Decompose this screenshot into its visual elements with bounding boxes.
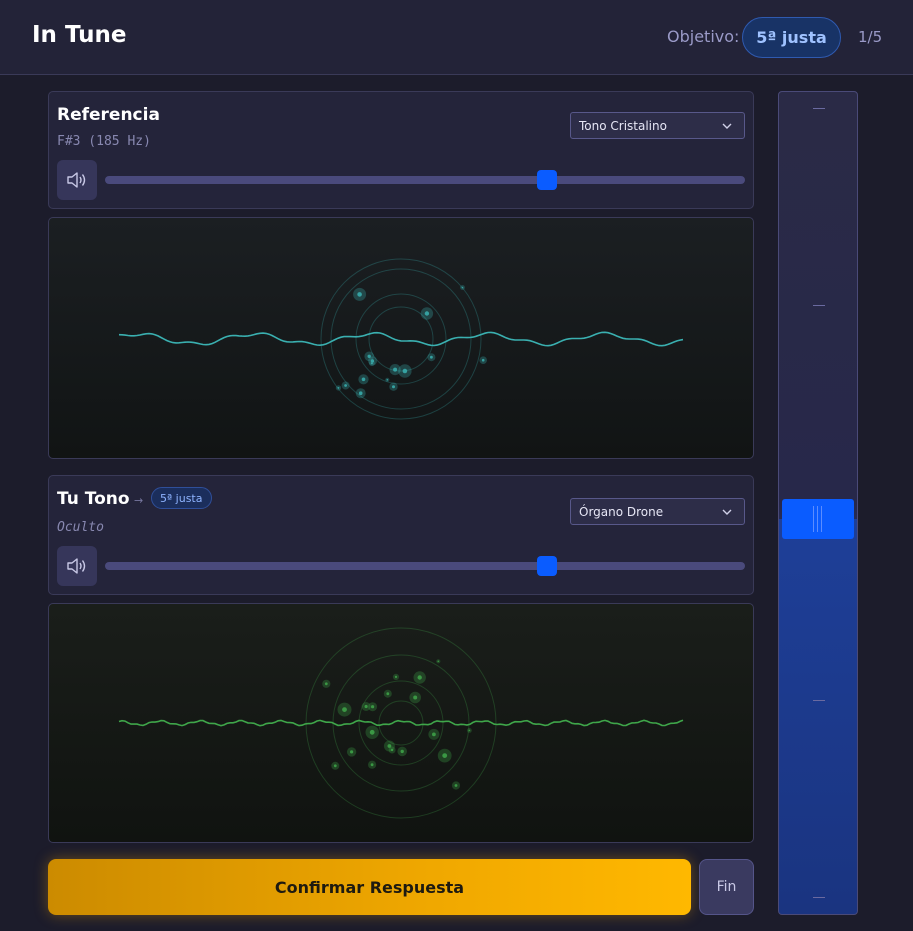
particle: [468, 729, 471, 732]
particle: [364, 704, 368, 709]
particle: [424, 311, 430, 316]
particle: [400, 749, 404, 754]
ring: [378, 700, 424, 746]
reference-panel: Referencia F#3 (185 Hz) Tono Cristalino: [48, 91, 754, 209]
user-tone-visualizer: [48, 603, 754, 843]
particle: [437, 660, 440, 663]
particle: [350, 750, 354, 754]
reference-volume-slider[interactable]: [105, 170, 745, 190]
particle: [386, 379, 389, 381]
user-tone-title: Tu Tono: [57, 489, 130, 509]
grip-line: [821, 506, 822, 533]
reference-title: Referencia: [57, 105, 160, 125]
user-instrument-select[interactable]: Órgano Drone: [570, 498, 745, 525]
particle: [432, 732, 436, 737]
particle: [393, 367, 398, 372]
tuner-fill: [779, 519, 857, 914]
particle: [390, 748, 394, 752]
particle: [357, 292, 362, 297]
objective-label: Objetivo:: [667, 27, 740, 46]
arrow-right-icon: →: [134, 494, 144, 507]
grip-line: [813, 506, 814, 533]
particle: [394, 675, 398, 678]
reference-visualizer: [48, 217, 754, 459]
waveform-line: [118, 719, 684, 727]
app-title: In Tune: [32, 22, 127, 48]
user-volume-slider[interactable]: [105, 556, 745, 576]
app-header: In Tune Objetivo: 5ª justa 1/5: [0, 0, 913, 75]
pitch-tuner-slider[interactable]: [778, 91, 858, 915]
particle: [361, 377, 366, 382]
particle: [370, 763, 374, 767]
reference-instrument-value: Tono Cristalino: [579, 118, 667, 133]
reference-instrument-select[interactable]: Tono Cristalino: [570, 112, 745, 139]
waveform-line: [118, 331, 684, 347]
particle: [342, 707, 347, 712]
particle: [392, 385, 395, 389]
particle: [413, 695, 418, 700]
particle: [481, 358, 485, 362]
particle: [367, 354, 371, 358]
reference-note: F#3 (185 Hz): [57, 134, 151, 149]
progress-counter: 1/5: [858, 28, 883, 46]
tuner-tick: [813, 108, 825, 109]
particle: [358, 391, 363, 395]
particle: [337, 387, 340, 389]
speaker-icon: [67, 172, 86, 188]
particle: [386, 692, 390, 696]
particle: [402, 368, 408, 374]
tuner-tick: [813, 897, 825, 898]
confirm-answer-button[interactable]: Confirmar Respuesta: [48, 859, 691, 915]
reference-volume-thumb[interactable]: [536, 170, 557, 190]
particle: [454, 784, 458, 787]
particle: [371, 705, 375, 709]
objective-badge: 5ª justa: [742, 17, 841, 58]
particle: [370, 362, 373, 365]
user-play-button[interactable]: [57, 546, 97, 586]
chevron-down-icon: [722, 123, 732, 129]
speaker-icon: [67, 558, 86, 574]
particle: [344, 384, 347, 387]
reference-waveform: [118, 258, 684, 420]
tuner-handle[interactable]: [782, 499, 854, 540]
particle: [324, 682, 328, 686]
particle: [417, 675, 422, 680]
user-tone-waveform: [118, 627, 684, 819]
user-tone-panel: Tu Tono → 5ª justa Oculto Órgano Drone: [48, 475, 754, 595]
chevron-down-icon: [722, 509, 732, 515]
user-tone-note: Oculto: [57, 520, 104, 535]
interval-badge: 5ª justa: [151, 487, 212, 509]
end-button[interactable]: Fin: [699, 859, 754, 915]
particle: [333, 764, 337, 768]
user-instrument-value: Órgano Drone: [579, 504, 664, 519]
particle: [442, 753, 448, 758]
particle: [461, 286, 464, 289]
tuner-tick: [813, 305, 825, 306]
ring: [320, 258, 482, 420]
particle: [430, 355, 433, 359]
grip-line: [817, 506, 818, 533]
reference-play-button[interactable]: [57, 160, 97, 200]
tuner-tick: [813, 700, 825, 701]
user-volume-thumb[interactable]: [536, 556, 557, 576]
particle: [369, 729, 375, 735]
